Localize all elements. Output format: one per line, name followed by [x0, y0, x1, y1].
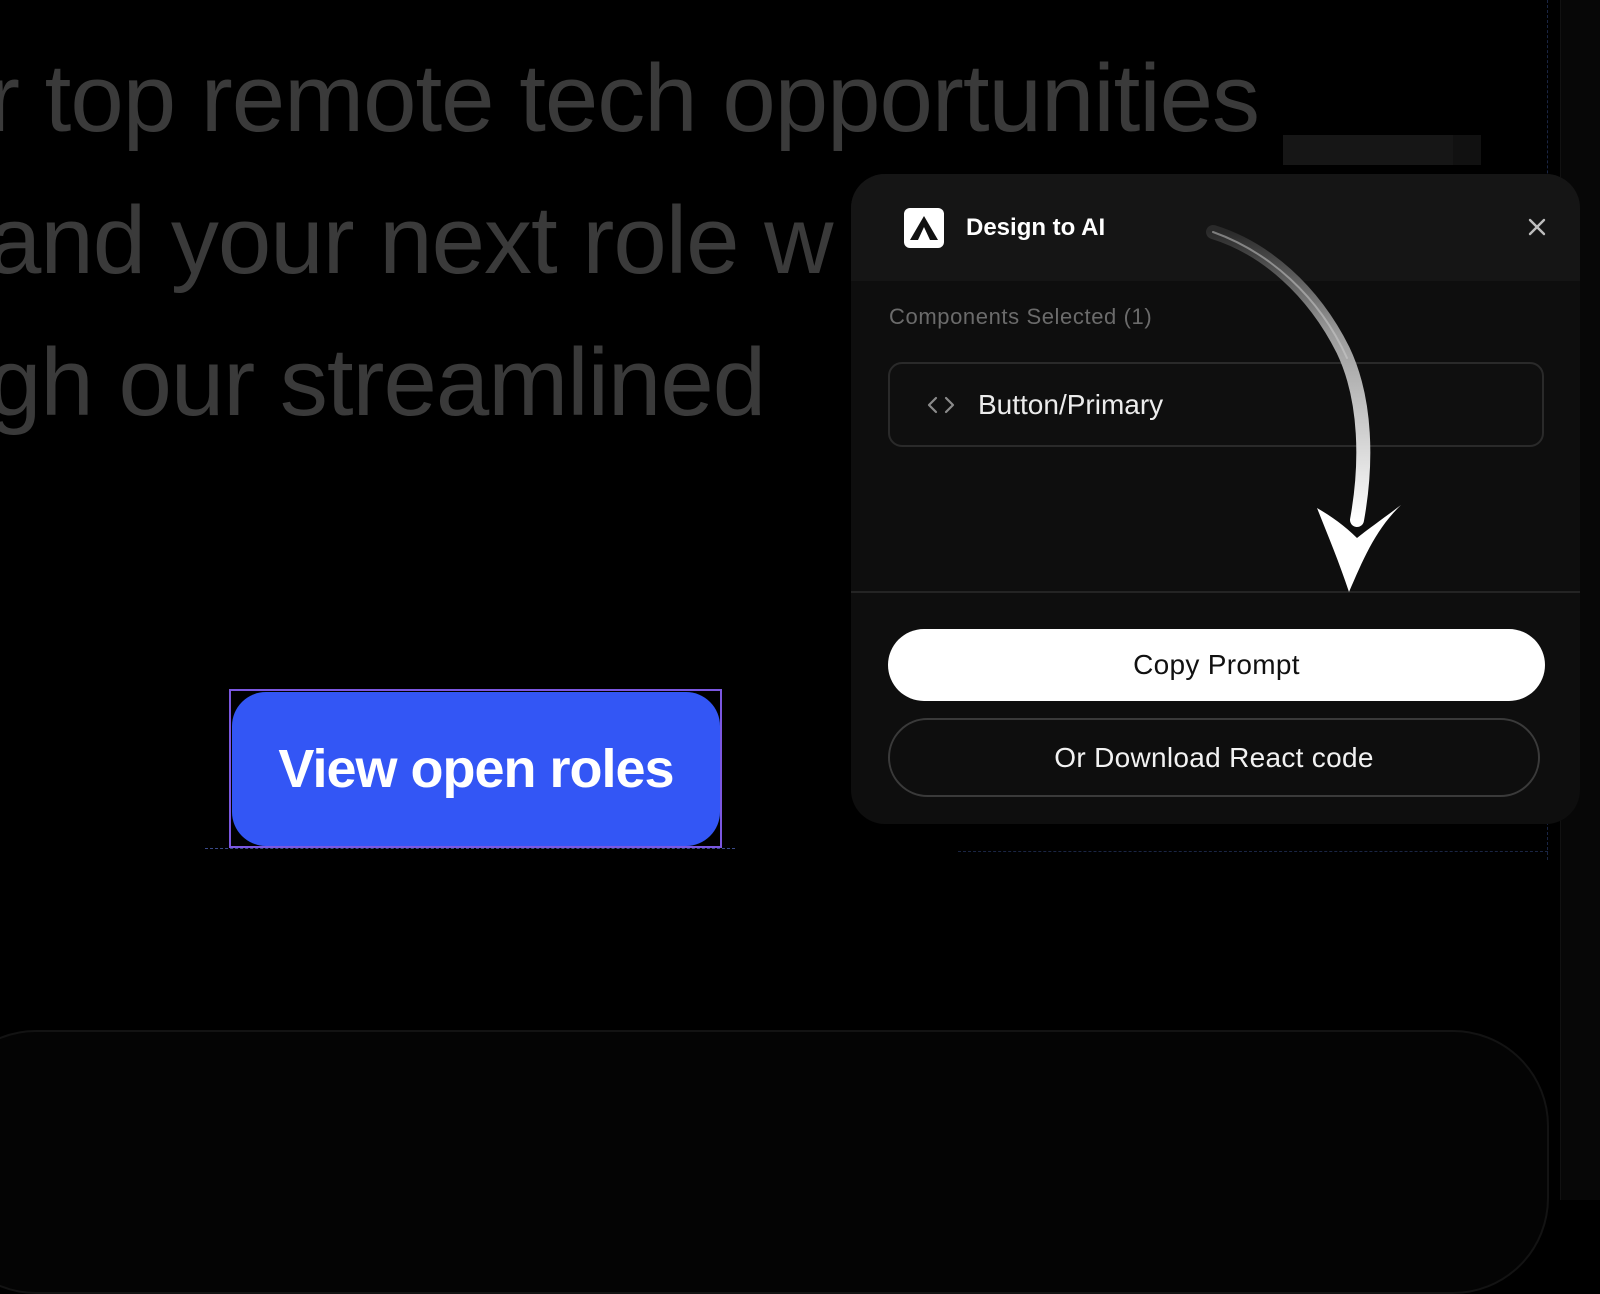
design-to-ai-panel: Design to AI Components Selected (1) But…	[851, 174, 1580, 824]
component-item[interactable]: Button/Primary	[888, 362, 1544, 447]
panel-title: Design to AI	[966, 214, 1106, 241]
triangle-logo-icon	[904, 208, 944, 248]
component-name: Button/Primary	[978, 389, 1164, 420]
download-react-code-button[interactable]: Or Download React code	[888, 718, 1540, 797]
panel-divider	[851, 591, 1580, 593]
canvas-fragment-inner	[1283, 135, 1453, 165]
layout-guide-horizontal	[958, 851, 1548, 852]
hero-line-1: r top remote tech opportunities	[0, 45, 1260, 152]
bottom-card	[0, 1030, 1549, 1294]
close-icon[interactable]	[1522, 212, 1552, 242]
selection-guide	[205, 848, 735, 849]
copy-prompt-button[interactable]: Copy Prompt	[888, 629, 1545, 701]
code-icon	[927, 396, 955, 414]
components-selected-label: Components Selected (1)	[889, 304, 1153, 329]
panel-header: Design to AI	[851, 174, 1580, 281]
selection-outline	[229, 689, 722, 848]
